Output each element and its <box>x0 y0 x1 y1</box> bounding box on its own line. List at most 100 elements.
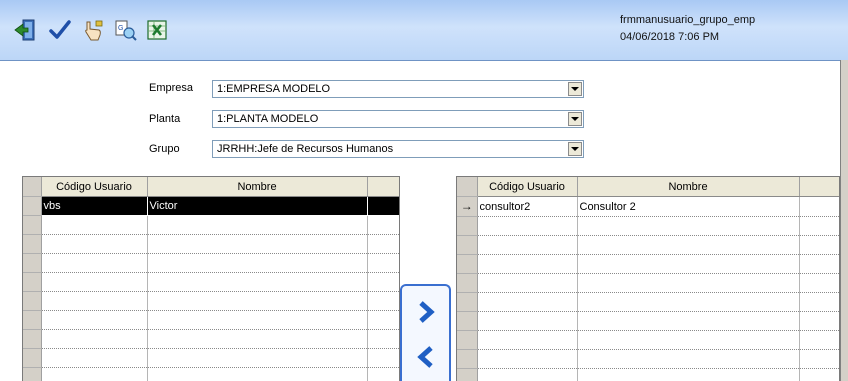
grupo-dropdown-button[interactable] <box>568 142 582 156</box>
cell-codigo[interactable] <box>41 253 148 273</box>
cell-nombre[interactable] <box>577 216 800 236</box>
table-row[interactable] <box>23 215 399 235</box>
empresa-combo[interactable]: 1:EMPRESA MODELO <box>212 80 584 98</box>
row-selector[interactable] <box>23 291 42 311</box>
row-selector[interactable] <box>23 310 42 330</box>
table-row[interactable] <box>23 367 399 381</box>
table-row[interactable] <box>457 349 839 369</box>
cell-codigo[interactable] <box>41 272 148 292</box>
cell-nombre[interactable]: Consultor 2 <box>577 196 800 217</box>
table-row[interactable] <box>457 330 839 350</box>
cell-codigo[interactable] <box>41 310 148 330</box>
cell-codigo[interactable] <box>41 291 148 311</box>
cell-codigo[interactable] <box>41 367 148 381</box>
cell-nombre[interactable] <box>147 291 368 311</box>
cell-codigo[interactable] <box>41 215 148 235</box>
table-row[interactable] <box>23 310 399 330</box>
print-preview-icon[interactable]: G <box>112 17 138 43</box>
cell-codigo[interactable] <box>41 329 148 349</box>
cell-codigo[interactable]: consultor2 <box>477 196 578 217</box>
planta-combo[interactable]: 1:PLANTA MODELO <box>212 110 584 128</box>
pointer-hand-icon[interactable] <box>80 17 106 43</box>
cell-nombre[interactable] <box>147 234 368 254</box>
table-row[interactable] <box>457 254 839 274</box>
available-users-grid[interactable]: Código Usuario Nombre vbs Victor <box>22 176 400 381</box>
table-row[interactable] <box>457 235 839 255</box>
row-selector[interactable] <box>457 235 478 255</box>
table-row[interactable] <box>23 272 399 292</box>
row-selector[interactable]: → <box>457 196 478 217</box>
cell-nombre[interactable] <box>577 349 800 369</box>
row-selector[interactable] <box>457 216 478 236</box>
table-row[interactable] <box>457 368 839 381</box>
table-row[interactable] <box>457 311 839 331</box>
row-selector[interactable] <box>23 367 42 381</box>
cell-nombre[interactable] <box>577 330 800 350</box>
column-header-codigo[interactable]: Código Usuario <box>477 177 578 197</box>
row-selector[interactable] <box>457 368 478 381</box>
cell-codigo[interactable] <box>477 330 578 350</box>
cell-nombre[interactable] <box>577 311 800 331</box>
row-selector[interactable] <box>457 349 478 369</box>
cell-nombre[interactable] <box>577 273 800 293</box>
table-row[interactable] <box>23 348 399 368</box>
cell-codigo[interactable] <box>41 234 148 254</box>
cell-codigo[interactable] <box>477 349 578 369</box>
table-row[interactable]: vbs Victor <box>23 196 399 216</box>
cell-nombre[interactable] <box>577 254 800 274</box>
row-selector[interactable] <box>457 273 478 293</box>
confirm-checkmark-icon[interactable] <box>47 17 73 43</box>
row-selector[interactable] <box>23 196 42 216</box>
cell-codigo[interactable] <box>477 292 578 312</box>
column-header-codigo[interactable]: Código Usuario <box>41 177 148 197</box>
row-selector[interactable] <box>23 234 42 254</box>
cell-nombre[interactable] <box>147 348 368 368</box>
table-row[interactable] <box>23 234 399 254</box>
grupo-combo[interactable]: JRRHH:Jefe de Recursos Humanos <box>212 140 584 158</box>
cell-codigo[interactable] <box>477 216 578 236</box>
row-selector[interactable] <box>457 311 478 331</box>
row-selector[interactable] <box>457 330 478 350</box>
cell-nombre[interactable] <box>147 367 368 381</box>
cell-codigo[interactable] <box>41 348 148 368</box>
table-row[interactable] <box>23 329 399 349</box>
add-to-group-button[interactable] <box>410 295 442 329</box>
table-row[interactable] <box>23 253 399 273</box>
table-row[interactable]: → consultor2 Consultor 2 <box>457 196 839 217</box>
row-selector[interactable] <box>23 215 42 235</box>
cell-nombre[interactable]: Victor <box>147 196 368 216</box>
cell-nombre[interactable] <box>147 310 368 330</box>
row-selector[interactable] <box>457 292 478 312</box>
table-row[interactable] <box>23 291 399 311</box>
cell-nombre[interactable] <box>147 272 368 292</box>
cell-codigo[interactable] <box>477 273 578 293</box>
exit-icon[interactable] <box>12 17 38 43</box>
cell-codigo[interactable] <box>477 235 578 255</box>
remove-from-group-button[interactable] <box>410 340 442 374</box>
row-selector[interactable] <box>457 254 478 274</box>
row-selector[interactable] <box>23 253 42 273</box>
row-selector[interactable] <box>23 329 42 349</box>
cell-nombre[interactable] <box>147 329 368 349</box>
cell-codigo[interactable] <box>477 368 578 381</box>
planta-dropdown-button[interactable] <box>568 112 582 126</box>
row-selector[interactable] <box>23 272 42 292</box>
cell-codigo[interactable]: vbs <box>41 196 148 216</box>
assigned-users-grid[interactable]: Código Usuario Nombre → consultor2 Consu… <box>456 176 840 381</box>
table-row[interactable] <box>457 292 839 312</box>
cell-nombre[interactable] <box>147 253 368 273</box>
cell-filler <box>799 216 839 236</box>
cell-nombre[interactable] <box>577 235 800 255</box>
column-header-nombre[interactable]: Nombre <box>147 177 368 197</box>
column-header-nombre[interactable]: Nombre <box>577 177 800 197</box>
table-row[interactable] <box>457 216 839 236</box>
excel-export-icon[interactable] <box>144 17 170 43</box>
table-row[interactable] <box>457 273 839 293</box>
cell-codigo[interactable] <box>477 254 578 274</box>
cell-nombre[interactable] <box>577 368 800 381</box>
cell-nombre[interactable] <box>147 215 368 235</box>
cell-codigo[interactable] <box>477 311 578 331</box>
row-selector[interactable] <box>23 348 42 368</box>
cell-nombre[interactable] <box>577 292 800 312</box>
empresa-dropdown-button[interactable] <box>568 82 582 96</box>
